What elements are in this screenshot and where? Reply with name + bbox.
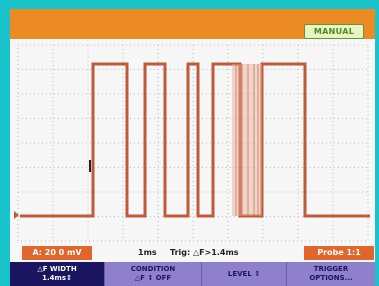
softkey-condition[interactable]: CONDITION △F ↕ OFF [105, 262, 202, 286]
softkey-bar: △F WIDTH 1.4ms↕ CONDITION △F ↕ OFF LEVEL… [10, 262, 375, 286]
waveform-display [14, 44, 370, 242]
trigger-label: Trig: △F>1.4ms [170, 248, 239, 257]
probe-box[interactable]: Probe 1:1 [304, 246, 374, 260]
softkey-trigger-options-label: TRIGGER [313, 265, 349, 273]
softkey-level[interactable]: LEVEL ↕ [202, 262, 287, 286]
waveform-trace [20, 62, 370, 218]
range-box[interactable]: A: 20 0 mV [22, 246, 92, 260]
scope-screen: MANUAL A: 20 0 mV 1ms Trig: △F>1.4ms Pro… [10, 9, 375, 286]
softkey-width[interactable]: △F WIDTH 1.4ms↕ [10, 262, 105, 286]
softkey-level-label: LEVEL ↕ [227, 269, 261, 278]
softkey-width-label: △F WIDTH [37, 265, 77, 273]
graticule-grid [17, 44, 369, 242]
softkey-width-value: 1.4ms↕ [42, 274, 72, 282]
softkey-condition-value: △F ↕ OFF [134, 274, 172, 282]
timebase-label: 1ms [138, 248, 157, 257]
softkey-condition-label: CONDITION [130, 265, 176, 273]
waveform-traces [20, 62, 370, 218]
softkey-trigger-options[interactable]: TRIGGER OPTIONS... [287, 262, 375, 286]
status-row: A: 20 0 mV 1ms Trig: △F>1.4ms Probe 1:1 [10, 246, 375, 260]
softkey-trigger-options-value: OPTIONS... [309, 274, 353, 282]
